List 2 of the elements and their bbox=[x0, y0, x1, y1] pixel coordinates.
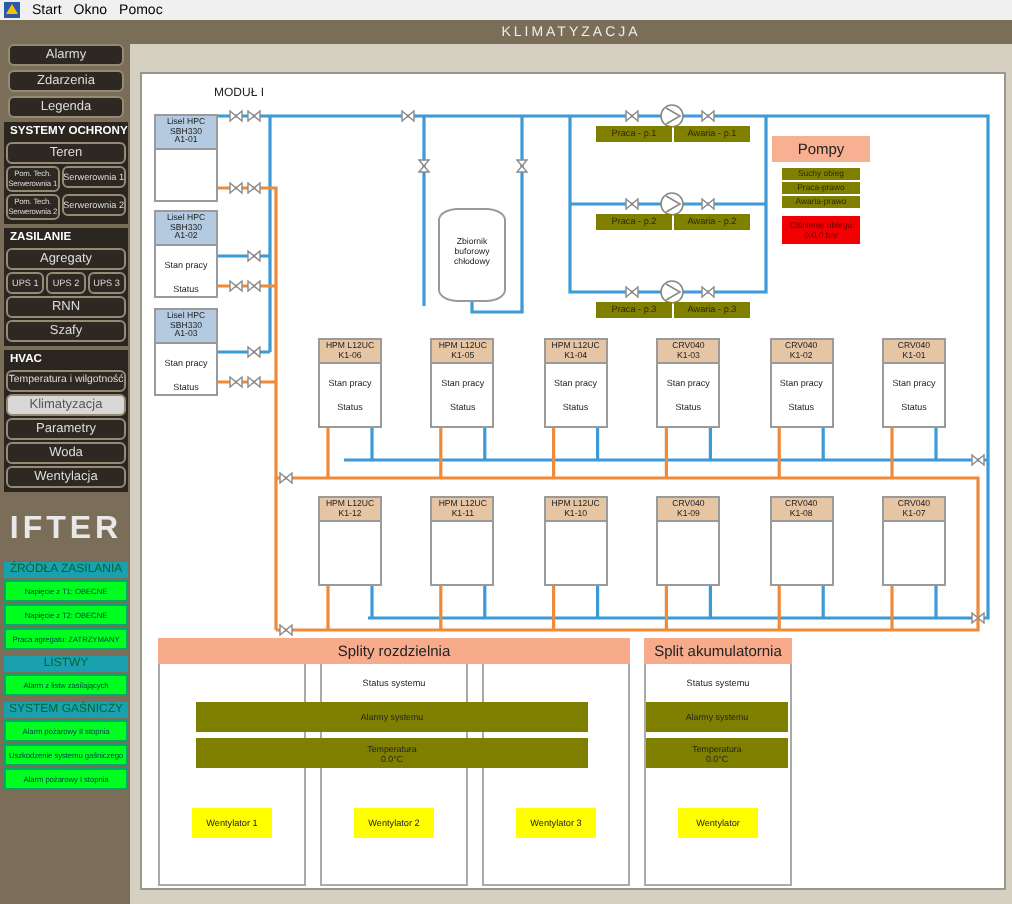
app-icon bbox=[4, 2, 20, 18]
logo: IFTER bbox=[7, 512, 125, 548]
